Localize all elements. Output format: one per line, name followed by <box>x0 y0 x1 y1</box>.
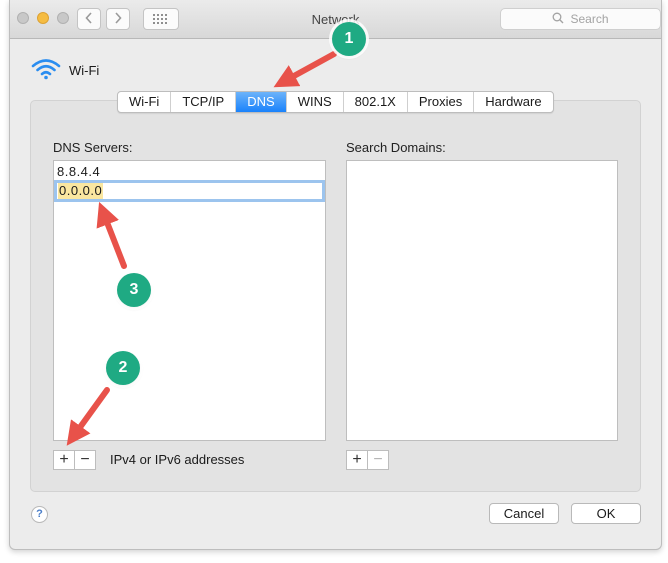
tab-proxies[interactable]: Proxies <box>408 92 475 112</box>
help-button[interactable]: ? <box>31 506 48 523</box>
dns-hint-text: IPv4 or IPv6 addresses <box>110 452 245 467</box>
dns-add-remove-control: + − <box>53 450 96 470</box>
search-field[interactable]: Search <box>500 8 661 30</box>
tab-wifi[interactable]: Wi-Fi <box>118 92 172 112</box>
cancel-button[interactable]: Cancel <box>489 503 559 524</box>
interface-name: Wi-Fi <box>69 63 100 78</box>
dns-servers-list[interactable]: 8.8.4.4 0.0.0.0 <box>53 160 326 441</box>
tab-bar: Wi-Fi TCP/IP DNS WINS 802.1X Proxies Har… <box>117 91 554 113</box>
dns-server-entry[interactable]: 8.8.4.4 <box>57 164 100 179</box>
tab-dns[interactable]: DNS <box>236 92 287 112</box>
search-domains-add-remove-control: + − <box>346 450 389 470</box>
step-badge-3: 3 <box>117 273 151 307</box>
step-badge-2: 2 <box>106 351 140 385</box>
dns-server-edit-field[interactable]: 0.0.0.0 <box>54 180 325 202</box>
search-placeholder: Search <box>570 12 609 26</box>
search-icon <box>552 12 564 27</box>
tab-tcpip[interactable]: TCP/IP <box>171 92 237 112</box>
tab-8021x[interactable]: 802.1X <box>344 92 408 112</box>
add-search-domain-button[interactable]: + <box>347 451 367 469</box>
tab-hardware[interactable]: Hardware <box>474 92 552 112</box>
wifi-icon <box>31 58 61 83</box>
step-badge-1: 1 <box>332 22 366 56</box>
tab-wins[interactable]: WINS <box>287 92 344 112</box>
search-domains-list[interactable] <box>346 160 618 441</box>
remove-dns-server-button[interactable]: − <box>74 451 95 469</box>
dns-servers-label: DNS Servers: <box>53 140 133 155</box>
network-preferences-window: Network Search Wi-Fi Wi-Fi TCP/IP DNS WI… <box>9 0 662 550</box>
search-domains-label: Search Domains: <box>346 140 446 155</box>
ok-button[interactable]: OK <box>571 503 641 524</box>
dns-server-edit-value: 0.0.0.0 <box>58 183 104 199</box>
add-dns-server-button[interactable]: + <box>54 451 74 469</box>
interface-header: Wi-Fi <box>31 58 99 83</box>
remove-search-domain-button[interactable]: − <box>367 451 388 469</box>
